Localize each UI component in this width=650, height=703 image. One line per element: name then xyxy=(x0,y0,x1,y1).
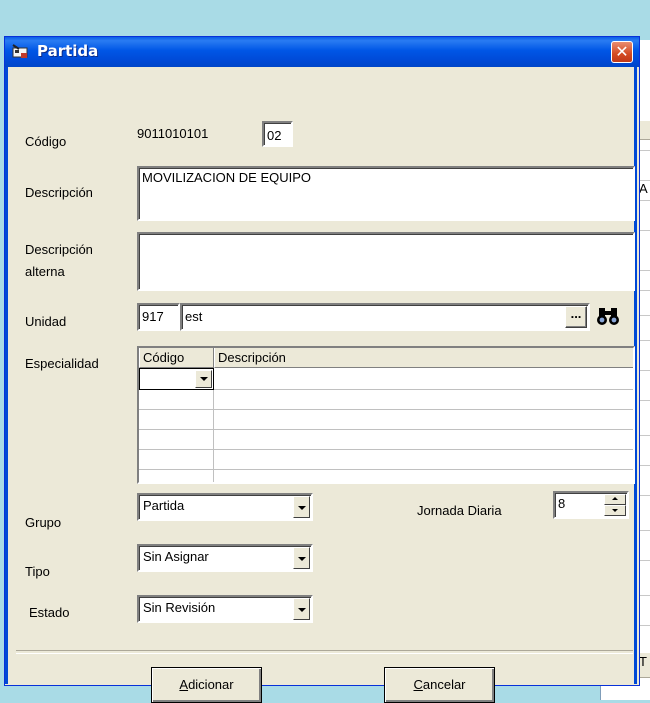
chevron-down-icon xyxy=(298,506,306,510)
cancelar-label: ancelar xyxy=(422,677,466,692)
descripcion-alterna-label-line2: alterna xyxy=(25,264,65,279)
chevron-down-icon xyxy=(298,608,306,612)
unidad-input[interactable]: est ... xyxy=(180,303,590,331)
especialidad-label: Especialidad xyxy=(25,356,99,371)
partida-app-icon xyxy=(12,44,28,58)
unidad-code: 917 xyxy=(142,309,164,324)
partida-dialog: Partida ✕ Código 9011010101 02 Descripci… xyxy=(4,36,640,703)
close-button[interactable]: ✕ xyxy=(611,41,633,63)
grid-header-descripcion[interactable]: Descripción xyxy=(214,348,633,368)
descripcion-label: Descripción xyxy=(25,185,93,200)
grid-cell[interactable] xyxy=(214,430,633,450)
grid-cell[interactable] xyxy=(214,368,633,390)
grid-cell-codigo-editor[interactable] xyxy=(139,368,214,390)
chevron-down-icon xyxy=(200,377,208,381)
grid-cell[interactable] xyxy=(214,450,633,470)
descripcion-alterna-textarea[interactable] xyxy=(137,232,635,291)
spin-up-button[interactable] xyxy=(604,494,626,505)
jornada-label: Jornada Diaria xyxy=(417,503,502,518)
grupo-label: Grupo xyxy=(25,515,62,530)
grid-dropdown-button[interactable] xyxy=(195,370,212,388)
grid-header-codigo[interactable]: Código xyxy=(139,348,214,368)
unidad-label: Unidad xyxy=(25,314,67,329)
dialog-content: Código 9011010101 02 Descripción MOVILIZ… xyxy=(5,67,637,703)
cancelar-button[interactable]: Cancelar xyxy=(384,667,495,703)
grupo-dropdown-button[interactable] xyxy=(293,496,310,518)
codigo-input[interactable]: 02 xyxy=(262,121,293,147)
window-title: Partida xyxy=(37,42,99,60)
estado-select[interactable]: Sin Revisión xyxy=(137,595,313,623)
grid-cell[interactable] xyxy=(214,390,633,410)
arrow-up-icon xyxy=(612,497,618,500)
descripcion-textarea[interactable]: MOVILIZACION DE EQUIPO xyxy=(137,166,635,221)
title-bar[interactable]: Partida ✕ xyxy=(5,37,639,67)
grid-cell[interactable] xyxy=(139,430,214,450)
grid-cell[interactable] xyxy=(214,470,633,482)
descripcion-value: MOVILIZACION DE EQUIPO xyxy=(142,170,312,185)
grid-cell[interactable] xyxy=(139,450,214,470)
codigo-label: Código xyxy=(25,134,67,149)
tipo-dropdown-button[interactable] xyxy=(293,547,310,569)
chevron-down-icon xyxy=(298,557,306,561)
adicionar-label: dicionar xyxy=(188,677,234,692)
estado-dropdown-button[interactable] xyxy=(293,598,310,620)
grid-cell[interactable] xyxy=(139,470,214,482)
adicionar-button[interactable]: Adicionar xyxy=(151,667,262,703)
codigo-value: 02 xyxy=(267,128,282,143)
close-icon: ✕ xyxy=(615,42,629,61)
grupo-select[interactable]: Partida xyxy=(137,493,313,521)
adicionar-accel: A xyxy=(179,677,189,692)
unidad-browse-button[interactable]: ... xyxy=(565,306,587,328)
spin-down-button[interactable] xyxy=(604,505,626,516)
arrow-down-icon xyxy=(612,509,618,512)
separator xyxy=(16,650,633,654)
background-cell-text: T xyxy=(639,654,647,669)
grid-cell[interactable] xyxy=(214,410,633,430)
grid-cell[interactable] xyxy=(139,410,214,430)
unidad-code-input[interactable]: 917 xyxy=(137,303,180,331)
binoculars-icon[interactable] xyxy=(596,305,622,327)
estado-label: Estado xyxy=(29,605,70,620)
tipo-label: Tipo xyxy=(25,564,50,579)
ellipsis-icon: ... xyxy=(570,306,582,321)
unidad-value: est xyxy=(185,309,203,324)
background-cell-text: A xyxy=(639,181,648,196)
grupo-selected: Partida xyxy=(143,498,185,513)
descripcion-alterna-label-line1: Descripción xyxy=(25,242,93,257)
especialidad-grid[interactable]: Código Descripción xyxy=(137,346,635,484)
codigo-prefix: 9011010101 xyxy=(137,126,209,141)
tipo-select[interactable]: Sin Asignar xyxy=(137,544,313,572)
tipo-selected: Sin Asignar xyxy=(143,549,209,564)
jornada-value: 8 xyxy=(558,496,566,511)
grid-cell[interactable] xyxy=(139,390,214,410)
cancelar-accel: C xyxy=(413,677,423,692)
jornada-spinner[interactable]: 8 xyxy=(553,491,629,519)
estado-selected: Sin Revisión xyxy=(143,600,216,615)
